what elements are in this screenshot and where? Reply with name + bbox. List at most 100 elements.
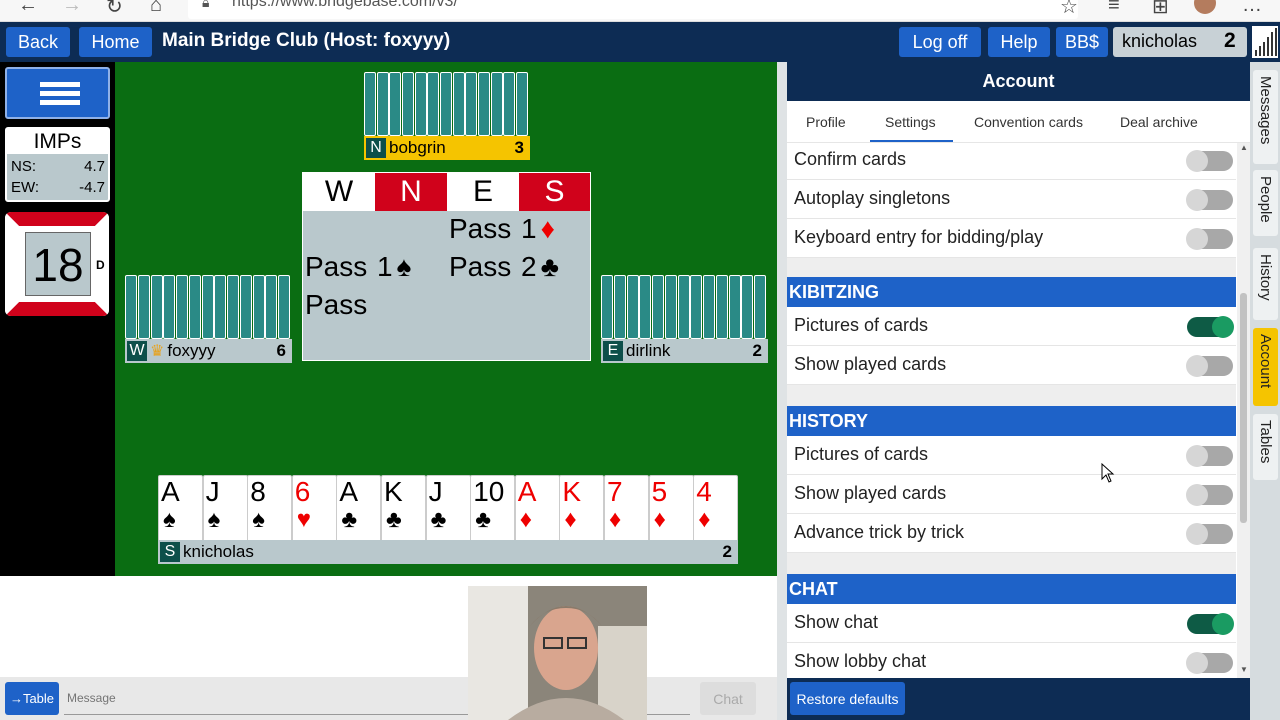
hand-card[interactable]: 6 ♥	[291, 475, 337, 543]
toggle-switch[interactable]	[1186, 484, 1233, 506]
side-tab-people[interactable]: People	[1253, 170, 1278, 236]
webcam-video	[468, 586, 647, 720]
player-name: dirlink	[626, 341, 671, 360]
home-button[interactable]: Home	[79, 27, 152, 57]
section-kibitzing: KIBITZING	[787, 277, 1236, 307]
favorites-list-icon[interactable]: ≡	[1108, 0, 1120, 17]
toggle-switch[interactable]	[1187, 316, 1234, 338]
help-button[interactable]: Help	[988, 27, 1050, 57]
player-name: bobgrin	[389, 138, 446, 157]
tab-profile[interactable]: Profile	[806, 114, 846, 130]
kibitzing-pictures-of-cards: Pictures of cards	[787, 307, 1236, 346]
scrollbar-thumb[interactable]	[1240, 293, 1247, 523]
crown-icon: ♛	[150, 343, 165, 360]
auction-bid: 1 ♦	[521, 213, 555, 244]
collections-icon[interactable]: ⊞	[1152, 0, 1169, 19]
card-back	[490, 72, 503, 136]
page-title: Main Bridge Club (Host: foxyyy)	[162, 30, 451, 51]
card-back	[690, 275, 703, 339]
tab-deal-archive[interactable]: Deal archive	[1120, 114, 1198, 130]
card-back	[176, 275, 188, 339]
chat-to-table-button[interactable]: →Table	[5, 682, 59, 715]
setting-label: Show lobby chat	[794, 651, 927, 671]
hand-card[interactable]: 8 ♠	[247, 475, 293, 543]
auction-bid: Pass	[449, 251, 512, 282]
toggle-switch[interactable]	[1186, 652, 1233, 674]
setting-label: Autoplay singletons	[794, 188, 951, 208]
toggle-switch[interactable]	[1186, 523, 1233, 545]
card-back	[239, 275, 252, 339]
hand-card[interactable]: K ♦	[559, 475, 605, 543]
settings-scrollbar[interactable]: ▲ ▼	[1237, 143, 1250, 678]
tab-settings[interactable]: Settings	[885, 114, 936, 130]
hand-card[interactable]: A ♣	[336, 475, 382, 543]
favorite-star-icon[interactable]: ☆	[1060, 0, 1078, 19]
toggle-switch[interactable]	[1186, 445, 1233, 467]
user-badge[interactable]: knicholas 2	[1113, 27, 1247, 57]
more-options-icon[interactable]: …	[1242, 0, 1262, 17]
mouse-cursor-icon	[1101, 462, 1115, 488]
setting-keyboard-entry: Keyboard entry for bidding/play	[787, 219, 1236, 258]
bbdollar-button[interactable]: BB$	[1056, 27, 1108, 57]
side-tab-label: Messages	[1257, 76, 1274, 145]
hand-card[interactable]: 4 ♦	[693, 475, 739, 543]
auction-header-w: W	[303, 173, 375, 211]
menu-button[interactable]	[5, 67, 110, 119]
hand-card[interactable]: A ♠	[158, 475, 203, 543]
card-back	[465, 72, 478, 136]
board-indicator: 18 D	[5, 212, 109, 316]
toggle-switch[interactable]	[1186, 150, 1233, 172]
imps-scoreboard: IMPs NS: 4.7 EW: -4.7	[5, 127, 110, 202]
toggle-switch[interactable]	[1186, 355, 1233, 377]
hand-card[interactable]: J ♣	[425, 475, 471, 543]
card-back	[364, 72, 376, 136]
browser-forward-icon[interactable]: →	[62, 0, 82, 17]
west-namebar: W ♛ foxyyy 6	[125, 339, 292, 363]
setting-label: Confirm cards	[794, 149, 907, 169]
card-back	[214, 275, 227, 339]
logoff-button[interactable]: Log off	[899, 27, 981, 57]
suit-icon: ♣	[430, 506, 447, 533]
hand-card[interactable]: A ♦	[514, 475, 560, 543]
side-tab-messages[interactable]: Messages	[1253, 70, 1278, 164]
scroll-up-icon[interactable]: ▲	[1240, 143, 1248, 152]
browser-back-icon[interactable]: ←	[18, 0, 38, 17]
history-advance-trick: Advance trick by trick	[787, 514, 1236, 553]
toggle-switch[interactable]	[1186, 228, 1233, 250]
browser-home-icon[interactable]: ⌂	[150, 0, 162, 17]
auction-header-e: E	[447, 173, 519, 211]
auction-bid: 2 ♣	[521, 251, 559, 282]
card-back	[402, 72, 414, 136]
setting-label: Keyboard entry for bidding/play	[794, 227, 1044, 247]
setting-confirm-cards: Confirm cards	[787, 141, 1236, 180]
toggle-switch[interactable]	[1186, 189, 1233, 211]
tab-convention-cards[interactable]: Convention cards	[974, 114, 1083, 130]
section-gap	[787, 385, 1236, 406]
card-back	[201, 275, 214, 339]
section-gap	[787, 258, 1236, 277]
back-button[interactable]: Back	[6, 27, 70, 57]
hand-card[interactable]: K ♣	[381, 475, 426, 543]
chat-send-button[interactable]: Chat	[700, 682, 756, 715]
card-back	[252, 275, 265, 339]
address-bar[interactable]: 🔒︎ https://www.bridgebase.com/v3/	[188, 0, 1078, 19]
auction-header-s: S	[519, 173, 590, 211]
side-tab-account[interactable]: Account	[1253, 328, 1278, 406]
hand-card[interactable]: 7 ♦	[604, 475, 649, 543]
player-count: 2	[752, 341, 762, 360]
restore-defaults-button[interactable]: Restore defaults	[790, 682, 905, 715]
card-back	[125, 275, 137, 339]
hand-card[interactable]: 5 ♦	[648, 475, 694, 543]
side-tab-tables[interactable]: Tables	[1253, 414, 1278, 480]
pane-divider[interactable]	[777, 62, 787, 720]
hand-card[interactable]: J ♠	[202, 475, 248, 543]
account-tabs: Profile Settings Convention cards Deal a…	[787, 101, 1250, 143]
side-tab-history[interactable]: History	[1253, 248, 1278, 320]
hand-card[interactable]: 10 ♣	[470, 475, 516, 543]
scroll-down-icon[interactable]: ▼	[1240, 665, 1248, 674]
suit-icon: ♣	[540, 251, 559, 282]
setting-autoplay-singletons: Autoplay singletons	[787, 180, 1236, 219]
card-back	[376, 72, 389, 136]
browser-refresh-icon[interactable]: ↻	[106, 0, 123, 19]
toggle-switch[interactable]	[1187, 613, 1234, 635]
